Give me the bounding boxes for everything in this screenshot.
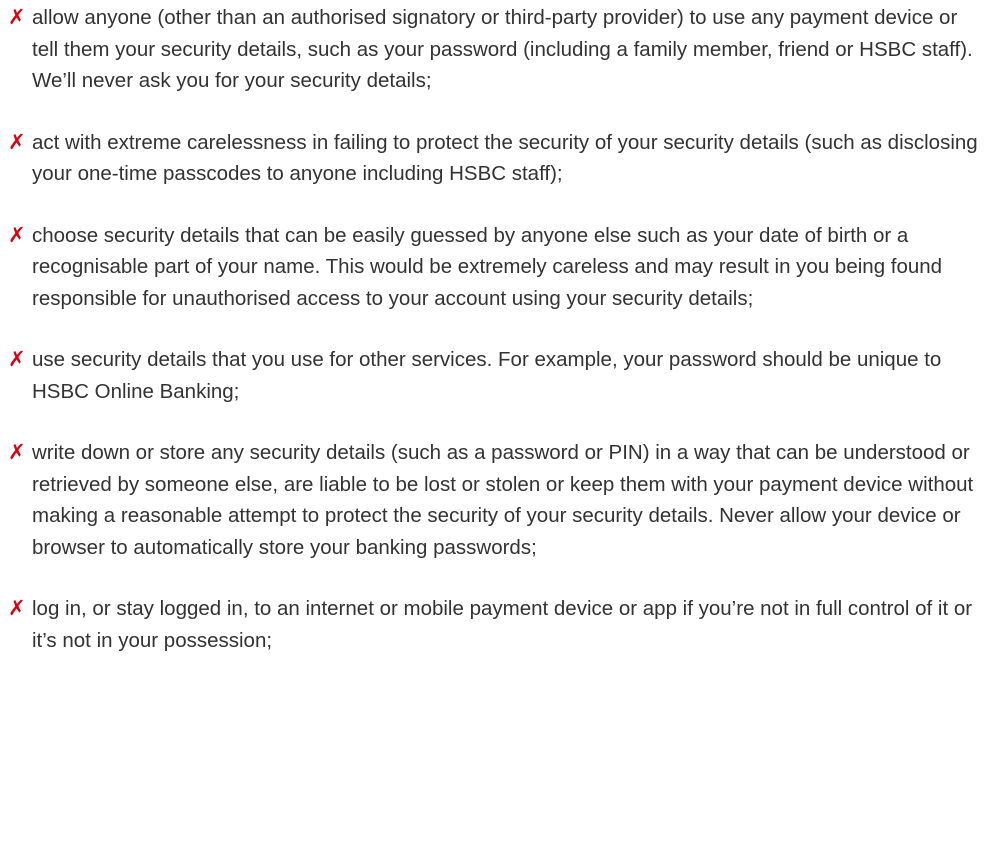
- list-item: ✗ allow anyone (other than an authorised…: [8, 2, 983, 97]
- list-item-text: use security details that you use for ot…: [32, 348, 942, 403]
- cross-icon: ✗: [8, 348, 26, 371]
- list-item-text: log in, or stay logged in, to an interne…: [32, 597, 973, 652]
- list-item-text: allow anyone (other than an authorised s…: [32, 6, 973, 92]
- cross-icon: ✗: [8, 6, 26, 29]
- list-item: ✗ write down or store any security detai…: [8, 437, 983, 563]
- list-item: ✗ use security details that you use for …: [8, 344, 983, 407]
- list-item-text: choose security details that can be easi…: [32, 223, 943, 310]
- list-item: ✗ choose security details that can be ea…: [8, 220, 983, 315]
- security-donts-list: ✗ allow anyone (other than an authorised…: [8, 2, 983, 686]
- list-item: ✗ act with extreme carelessness in faili…: [8, 127, 983, 190]
- list-item-text: write down or store any security details…: [32, 441, 974, 559]
- cross-icon: ✗: [8, 223, 26, 247]
- cross-icon: ✗: [8, 441, 26, 464]
- list-item-text: act with extreme carelessness in failing…: [32, 130, 978, 186]
- list-item: ✗ log in, or stay logged in, to an inter…: [8, 593, 983, 656]
- cross-icon: ✗: [8, 130, 26, 154]
- cross-icon: ✗: [8, 597, 26, 620]
